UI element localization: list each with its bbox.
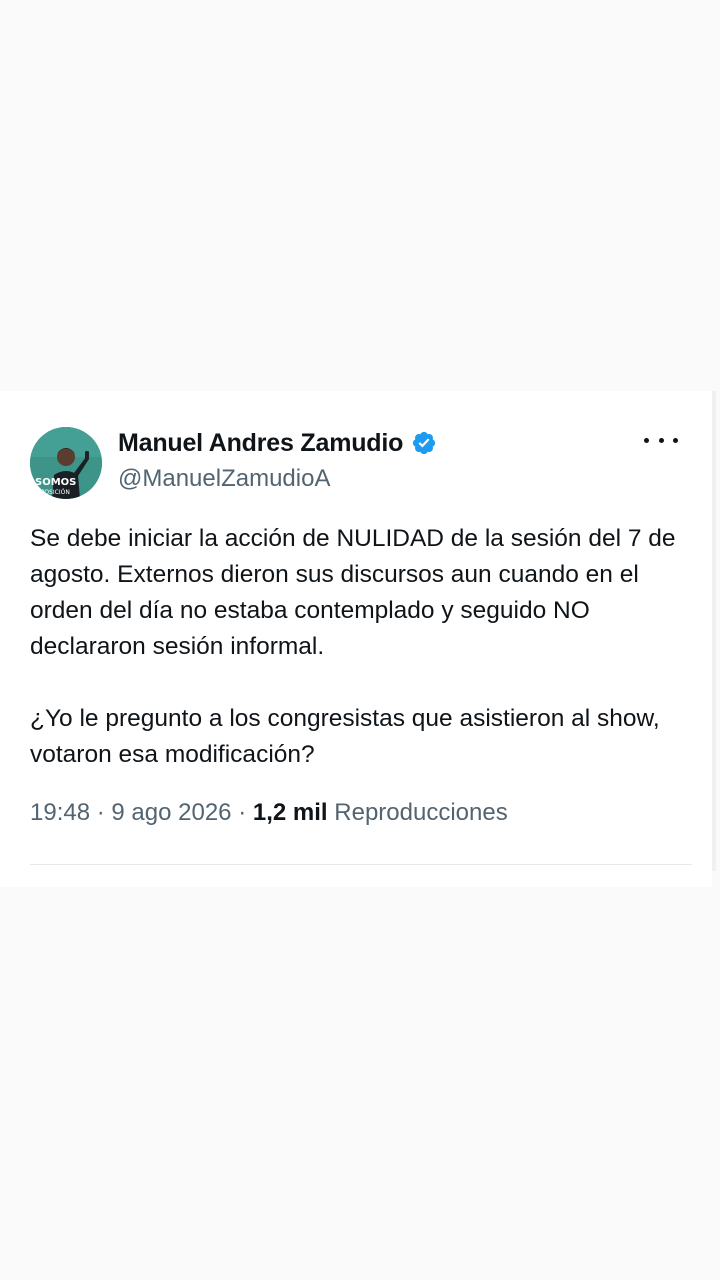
more-dot (644, 437, 649, 443)
divider (30, 864, 692, 865)
author-name-row: Manuel Andres Zamudio (118, 425, 437, 461)
card-edge-shadow (712, 391, 716, 871)
tweet-text-paragraph: ¿Yo le pregunto a los congresistas que a… (30, 705, 660, 768)
tweet-text: Se debe iniciar la acción de NULIDAD de … (30, 521, 700, 773)
author-display-name[interactable]: Manuel Andres Zamudio (118, 429, 403, 458)
tweet-metadata: 19:48 · 9 ago 2026 · 1,2 mil Reproduccio… (30, 799, 508, 827)
author-avatar[interactable]: SOMOS OPOSICIÓN (30, 427, 102, 499)
views-count: 1,2 mil (252, 799, 328, 826)
tweet-date[interactable]: 9 ago 2026 (111, 799, 231, 826)
tweet-time[interactable]: 19:48 (30, 799, 90, 826)
tweet-text-paragraph: Se debe iniciar la acción de NULIDAD de … (30, 525, 676, 660)
more-dot (673, 437, 678, 443)
more-options-icon[interactable] (644, 427, 678, 453)
avatar-logo-text-top: SOMOS (35, 477, 76, 488)
avatar-image: SOMOS OPOSICIÓN (30, 427, 102, 499)
avatar-logo-text-bottom: OPOSICIÓN (36, 489, 70, 496)
verified-badge-icon (411, 430, 437, 456)
author-handle[interactable]: @ManuelZamudioA (118, 465, 330, 493)
views-label: Reproducciones (334, 799, 508, 826)
more-dot (658, 437, 664, 443)
meta-separator: · (96, 799, 105, 826)
tweet-card: SOMOS OPOSICIÓN Manuel Andres Zamudio @M… (0, 391, 712, 887)
meta-separator: · (238, 799, 247, 826)
